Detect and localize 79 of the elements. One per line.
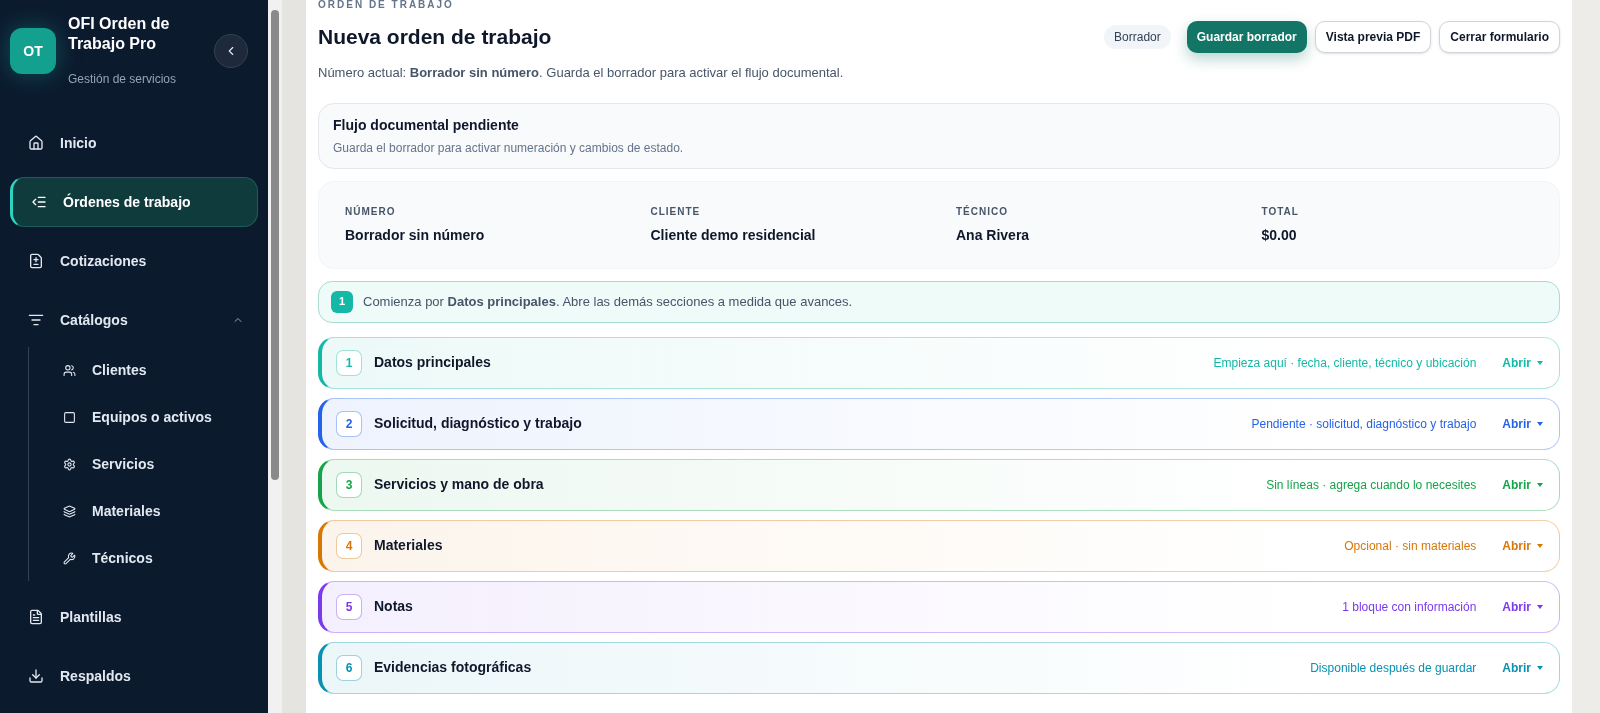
toolbar-button[interactable]: Guardar borrador bbox=[1186, 21, 1307, 53]
open-section-button[interactable]: Abrir bbox=[1502, 597, 1543, 616]
section-title: Datos principales bbox=[374, 353, 492, 372]
caret-icon bbox=[1537, 543, 1543, 548]
sidebar-subitem[interactable]: Técnicos bbox=[29, 539, 258, 577]
caret-icon bbox=[1537, 604, 1543, 609]
caret-icon bbox=[1537, 665, 1543, 670]
summary-value: $0.00 bbox=[1261, 225, 1298, 245]
eyebrow-label: ORDEN DE TRABAJO bbox=[318, 0, 455, 11]
sidebar-item[interactable]: Inicio bbox=[10, 118, 258, 168]
users-icon bbox=[63, 363, 76, 377]
section-status: Opcional · sin materiales bbox=[1344, 537, 1477, 555]
document-icon bbox=[28, 609, 44, 625]
sidebar-item[interactable]: Catálogos bbox=[10, 295, 258, 345]
list-icon bbox=[28, 312, 44, 328]
sidebar-item[interactable]: Cotizaciones bbox=[10, 236, 258, 286]
square-icon bbox=[63, 410, 76, 424]
notice-text: Guarda el borrador para activar numeración y cambios de estado. bbox=[333, 139, 685, 157]
section-title: Servicios y mano de obra bbox=[374, 475, 545, 494]
open-section-button[interactable]: Abrir bbox=[1502, 658, 1543, 677]
sidebar-item[interactable]: Órdenes de trabajo bbox=[10, 177, 258, 227]
section-row[interactable]: 2 Solicitud, diagnóstico y trabajo Pendiente · solicitud, diagnóstico y trabajo Abrir bbox=[318, 397, 1560, 450]
caret-icon bbox=[1537, 482, 1543, 487]
section-status: Disponible después de guardar bbox=[1310, 659, 1477, 677]
page-title: Nueva orden de trabajo bbox=[318, 24, 553, 51]
collapse-sidebar-button[interactable] bbox=[214, 34, 248, 68]
app-subtitle: Gestión de servicios bbox=[68, 71, 178, 88]
section-status: Sin líneas · agrega cuando lo necesites bbox=[1266, 476, 1477, 494]
caret-icon bbox=[1537, 360, 1543, 365]
summary-label: NÚMERO bbox=[345, 204, 397, 219]
section-row[interactable]: 4 Materiales Opcional · sin materiales Abrir bbox=[318, 519, 1560, 572]
scrollbar[interactable] bbox=[268, 0, 282, 713]
document-icon bbox=[28, 253, 44, 269]
section-number: 4 bbox=[336, 532, 362, 559]
gear-icon bbox=[63, 457, 76, 471]
section-status: Empieza aquí · fecha, cliente, técnico y ubicación bbox=[1213, 354, 1477, 372]
summary-label: TOTAL bbox=[1261, 204, 1300, 219]
section-number: 3 bbox=[336, 471, 362, 498]
app-logo: OT bbox=[10, 28, 56, 74]
toolbar-button[interactable]: Vista previa PDF bbox=[1314, 21, 1432, 53]
download-icon bbox=[28, 668, 44, 684]
step-badge: 1 bbox=[331, 290, 353, 313]
section-number: 2 bbox=[336, 410, 362, 437]
page-description: Número actual: Borrador sin número. Guarda el borrador para activar el flujo documental. bbox=[318, 64, 845, 82]
hint-text: Comienza por Datos principales. Abre las demás secciones a medida que avances. bbox=[363, 292, 853, 311]
summary-value: Ana Rivera bbox=[956, 225, 1031, 245]
summary-label: CLIENTE bbox=[650, 204, 702, 219]
toolbar-button[interactable]: Cerrar formulario bbox=[1439, 21, 1560, 53]
summary-label: TÉCNICO bbox=[956, 204, 1009, 219]
home-icon bbox=[28, 135, 44, 151]
section-row[interactable]: 3 Servicios y mano de obra Sin líneas · agrega cuando lo necesites Abrir bbox=[318, 458, 1560, 511]
section-title: Notas bbox=[374, 597, 414, 616]
sidebar-subitem[interactable]: Clientes bbox=[29, 351, 258, 389]
section-number: 5 bbox=[336, 593, 362, 620]
notice-title: Flujo documental pendiente bbox=[333, 115, 520, 135]
section-status: 1 bloque con información bbox=[1342, 598, 1477, 616]
layers-icon bbox=[63, 504, 76, 518]
section-status: Pendiente · solicitud, diagnóstico y trabajo bbox=[1251, 415, 1477, 433]
section-title: Materiales bbox=[374, 536, 444, 555]
list-icon bbox=[31, 194, 47, 210]
sidebar-subitem[interactable]: Materiales bbox=[29, 492, 258, 530]
sidebar-item[interactable]: Plantillas bbox=[10, 592, 258, 642]
open-section-button[interactable]: Abrir bbox=[1502, 414, 1543, 433]
summary-value: Borrador sin número bbox=[345, 225, 486, 245]
summary-value: Cliente demo residencial bbox=[650, 225, 817, 245]
section-title: Solicitud, diagnóstico y trabajo bbox=[374, 414, 583, 433]
sidebar-subitem[interactable]: Servicios bbox=[29, 445, 258, 483]
section-title: Evidencias fotográficas bbox=[374, 658, 533, 677]
wrench-icon bbox=[63, 551, 76, 565]
sidebar-subitem[interactable]: Equipos o activos bbox=[29, 398, 258, 436]
status-badge: Borrador bbox=[1104, 25, 1171, 49]
app-name: OFI Orden de Trabajo Pro bbox=[68, 14, 171, 54]
caret-icon bbox=[1537, 421, 1543, 426]
section-number: 6 bbox=[336, 654, 362, 681]
section-row[interactable]: 6 Evidencias fotográficas Disponible después de guardar Abrir bbox=[318, 641, 1560, 694]
sidebar-item[interactable]: Respaldos bbox=[10, 651, 258, 701]
section-row[interactable]: 1 Datos principales Empieza aquí · fecha, cliente, técnico y ubicación Abrir bbox=[318, 336, 1560, 389]
section-number: 1 bbox=[336, 349, 362, 376]
section-row[interactable]: 5 Notas 1 bloque con información Abrir bbox=[318, 580, 1560, 633]
